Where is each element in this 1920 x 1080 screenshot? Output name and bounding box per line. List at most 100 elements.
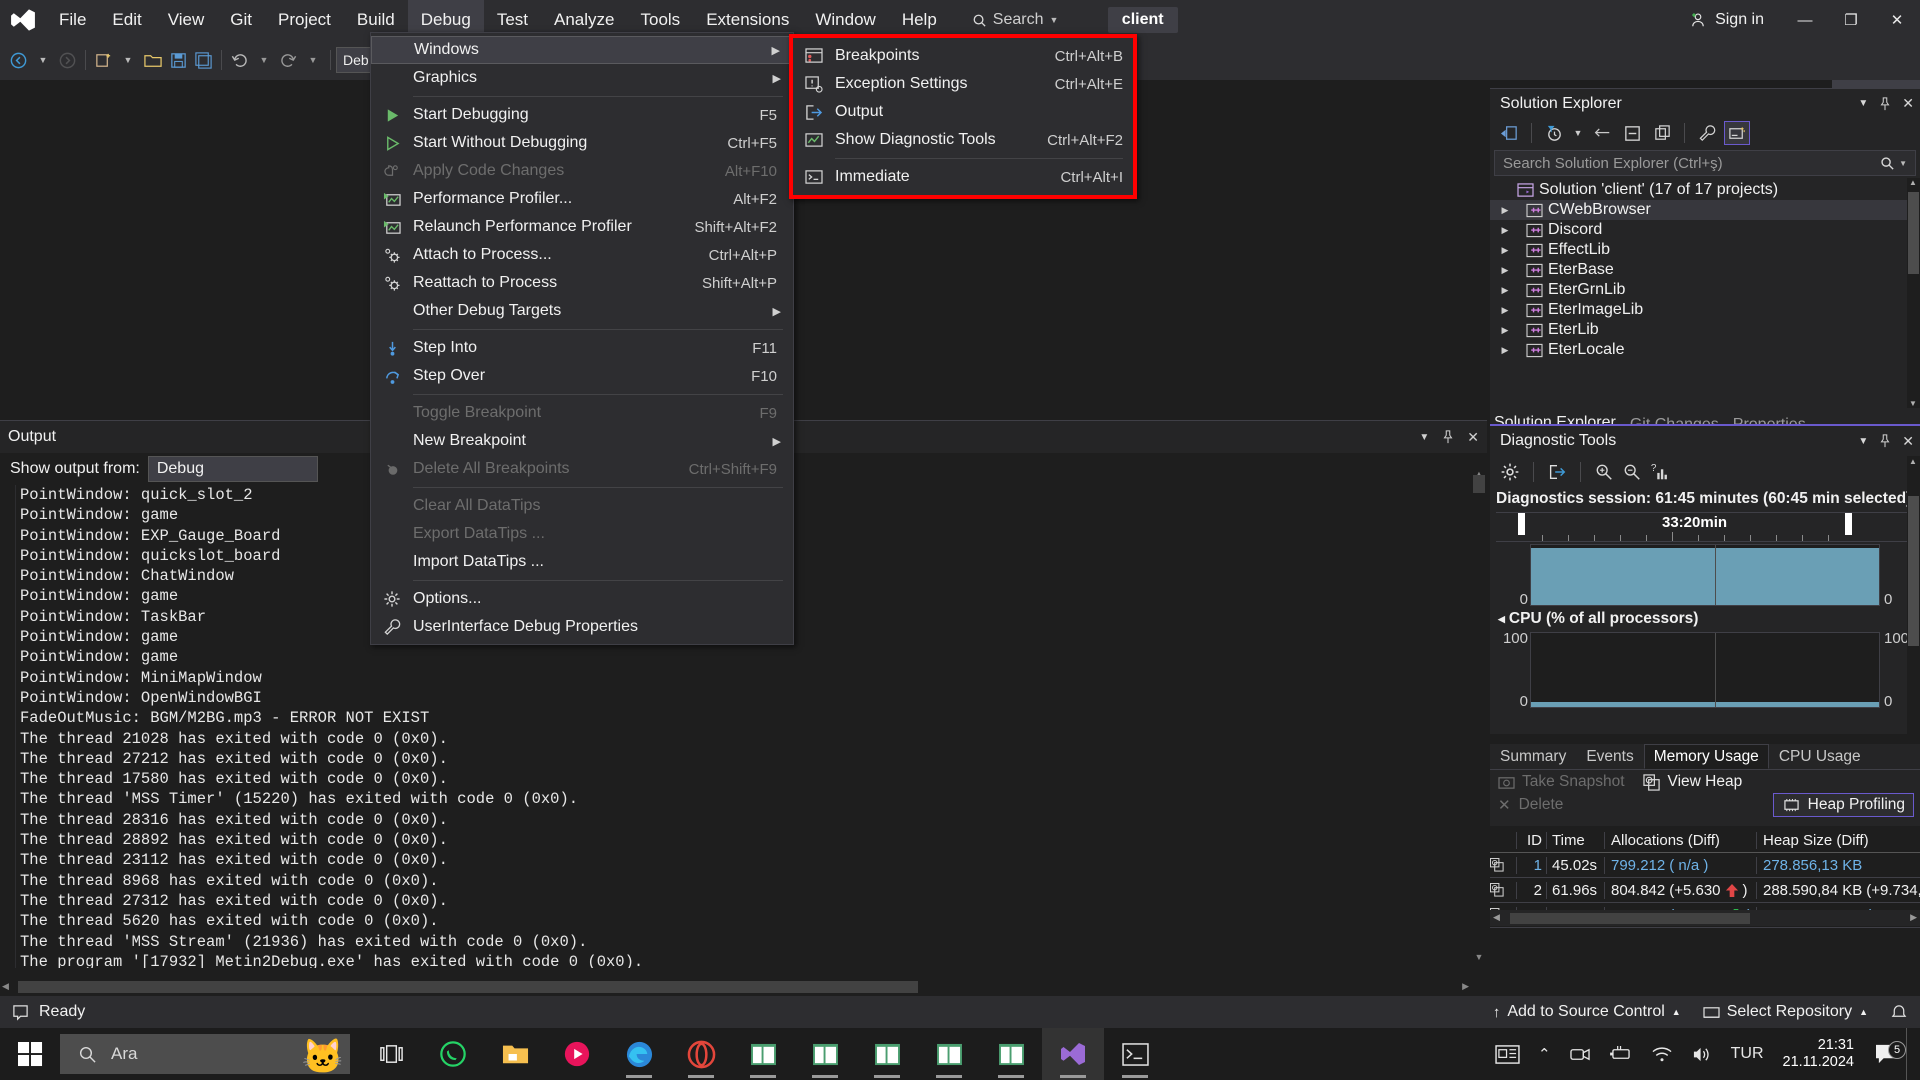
th-time[interactable]: Time (1546, 832, 1604, 849)
diagnostics-scroll-thumb[interactable] (1908, 496, 1919, 646)
debug-menu-item-new-breakpoint[interactable]: New Breakpoint▶ (371, 427, 793, 455)
solution-explorer-search-input[interactable]: Search Solution Explorer (Ctrl+ş) ▼ (1494, 150, 1916, 176)
open-file-icon[interactable] (140, 46, 166, 74)
vs-window-4-icon[interactable] (918, 1028, 980, 1080)
solution-search-icon[interactable] (1880, 156, 1895, 171)
notification-center-button[interactable]: 5 (1864, 1043, 1906, 1065)
diag-settings-gear-icon[interactable] (1500, 462, 1520, 482)
memory-snapshot-row[interactable]: 261.96s804.842(+5.630)288.590,84 KB(+9.7… (1490, 878, 1920, 903)
redo-dropdown-icon[interactable]: ▼ (301, 46, 325, 74)
navigate-backward-icon[interactable] (6, 46, 31, 74)
restore-button[interactable]: ❐ (1828, 0, 1874, 40)
timeline-right-handle[interactable] (1845, 513, 1852, 535)
debug-menu-item-other-debug-targets[interactable]: Other Debug Targets▶ (371, 297, 793, 325)
news-and-interests-icon[interactable] (1486, 1044, 1529, 1065)
debug-menu-item-options[interactable]: Options... (371, 585, 793, 613)
close-button[interactable]: ✕ (1874, 0, 1920, 40)
solution-tree[interactable]: Solution 'client' (17 of 17 projects)▶CW… (1490, 178, 1920, 360)
output-close-icon[interactable]: ✕ (1467, 429, 1479, 446)
vs-window-2-icon[interactable] (794, 1028, 856, 1080)
diagnostics-timeline-ruler[interactable]: 33:20min (1496, 512, 1914, 542)
solution-scroll-up-icon[interactable]: ▲ (1909, 178, 1917, 187)
tree-expander-arrow-icon[interactable]: ▶ (1498, 305, 1512, 316)
menu-view[interactable]: View (155, 0, 218, 40)
solution-chevron-down-icon[interactable]: ▼ (1858, 98, 1868, 109)
undo-icon[interactable] (227, 46, 252, 74)
debug-menu-item-step-into[interactable]: Step IntoF11 (371, 334, 793, 362)
memory-scroll-right-icon[interactable]: ▶ (1910, 912, 1917, 923)
webcam-tray-icon[interactable] (1560, 1045, 1600, 1064)
heap-profiling-button[interactable]: Heap Profiling (1773, 793, 1914, 817)
pending-changes-filter-icon[interactable] (1541, 121, 1567, 145)
solution-project-eterimagelib[interactable]: ▶EterImageLib (1490, 300, 1920, 320)
solution-scroll-thumb[interactable] (1908, 192, 1919, 274)
show-all-files-icon[interactable] (1649, 121, 1675, 145)
diag-zoom-out-icon[interactable] (1622, 462, 1642, 482)
redo-icon[interactable] (276, 46, 301, 74)
save-icon[interactable] (166, 46, 191, 74)
file-explorer-icon[interactable] (484, 1028, 546, 1080)
media-player-icon[interactable] (546, 1028, 608, 1080)
output-vscroll-thumb[interactable] (1473, 475, 1485, 493)
menu-file[interactable]: File (46, 0, 99, 40)
input-language-indicator[interactable]: TUR (1722, 1045, 1773, 1063)
debug-menu-item-windows[interactable]: Windows▶ (371, 36, 793, 64)
solution-project-eterlib[interactable]: ▶EterLib (1490, 320, 1920, 340)
debug-menu-item-start-debugging[interactable]: Start DebuggingF5 (371, 101, 793, 129)
tree-expander-arrow-icon[interactable]: ▶ (1498, 265, 1512, 276)
debug-menu-item-reattach-to-process[interactable]: Reattach to ProcessShift+Alt+P (371, 269, 793, 297)
th-id[interactable]: ID (1516, 832, 1546, 849)
undo-dropdown-icon[interactable]: ▼ (252, 46, 276, 74)
th-allocations[interactable]: Allocations (Diff) (1604, 832, 1756, 849)
output-source-combo[interactable]: Debug (148, 456, 318, 482)
show-hidden-icons-chevron-icon[interactable]: ⌃ (1529, 1045, 1560, 1063)
solution-project-etergrnlib[interactable]: ▶EterGrnLib (1490, 280, 1920, 300)
filter-dropdown-icon[interactable]: ▼ (1571, 121, 1585, 145)
output-chevron-down-icon[interactable]: ▼ (1419, 432, 1429, 443)
select-repository-button[interactable]: Select Repository ▲ (1703, 1003, 1868, 1021)
opera-gx-icon[interactable] (670, 1028, 732, 1080)
debug-menu-item-userinterface-debug-properties[interactable]: UserInterface Debug Properties (371, 613, 793, 641)
chevron-down-icon[interactable]: ▼ (1050, 15, 1059, 25)
debug-menu-item-relaunch-performance-profiler[interactable]: Relaunch Performance ProfilerShift+Alt+F… (371, 213, 793, 241)
cpu-section-title[interactable]: ◀ CPU (% of all processors) (1490, 606, 1920, 630)
whatsapp-icon[interactable] (422, 1028, 484, 1080)
taskbar-clock[interactable]: 21:31 21.11.2024 (1773, 1037, 1865, 1071)
save-all-icon[interactable] (191, 46, 216, 74)
global-search-box[interactable]: Search ▼ (972, 6, 1082, 34)
diag-zoom-in-icon[interactable] (1594, 462, 1614, 482)
diag-close-icon[interactable]: ✕ (1902, 433, 1914, 450)
taskbar-search-input[interactable]: Ara 🐱 (60, 1034, 350, 1074)
debug-menu-item-graphics[interactable]: Graphics▶ (371, 64, 793, 92)
vs-window-3-icon[interactable] (856, 1028, 918, 1080)
menu-git[interactable]: Git (217, 0, 265, 40)
diagnostics-tab-summary[interactable]: Summary (1490, 744, 1576, 769)
minimize-button[interactable]: — (1782, 0, 1828, 40)
solution-close-icon[interactable]: ✕ (1902, 95, 1914, 112)
source-control-chevron-icon[interactable]: ▲ (1672, 1007, 1681, 1017)
tree-expander-arrow-icon[interactable]: ▶ (1498, 245, 1512, 256)
memory-table-hscrollbar[interactable]: ◀ ▶ (1490, 910, 1920, 926)
properties-wrench-icon[interactable] (1694, 121, 1720, 145)
solution-project-eterbase[interactable]: ▶EterBase (1490, 260, 1920, 280)
solution-project-cwebbrowser[interactable]: ▶CWebBrowser (1490, 200, 1920, 220)
diag-chevron-down-icon[interactable]: ▼ (1858, 436, 1868, 447)
scroll-down-arrow-icon[interactable]: ▼ (1471, 952, 1487, 968)
output-pin-icon[interactable] (1441, 430, 1455, 444)
diag-help-chart-icon[interactable]: ? (1650, 462, 1670, 482)
solution-explorer-home-icon[interactable] (1496, 121, 1522, 145)
sign-in-button[interactable]: Sign in (1671, 11, 1782, 29)
terminal-icon[interactable] (1104, 1028, 1166, 1080)
cpu-collapse-triangle-icon[interactable]: ◀ (1498, 614, 1505, 625)
solution-root-node[interactable]: Solution 'client' (17 of 17 projects) (1490, 180, 1920, 200)
menu-project[interactable]: Project (265, 0, 344, 40)
start-button[interactable] (0, 1028, 60, 1080)
scroll-left-arrow-icon[interactable]: ◀ (2, 981, 9, 992)
volume-tray-icon[interactable] (1682, 1045, 1722, 1064)
debug-menu-item-import-datatips[interactable]: Import DataTips ... (371, 548, 793, 576)
add-to-source-control-button[interactable]: ↑ Add to Source Control ▲ (1493, 1003, 1681, 1021)
debug-menu-dropdown[interactable]: Windows▶Graphics▶Start DebuggingF5Start … (370, 32, 794, 645)
new-project-dropdown-icon[interactable]: ▼ (116, 46, 140, 74)
diagnostics-tab-cpu-usage[interactable]: CPU Usage (1769, 744, 1871, 769)
solution-pin-icon[interactable] (1878, 97, 1892, 111)
